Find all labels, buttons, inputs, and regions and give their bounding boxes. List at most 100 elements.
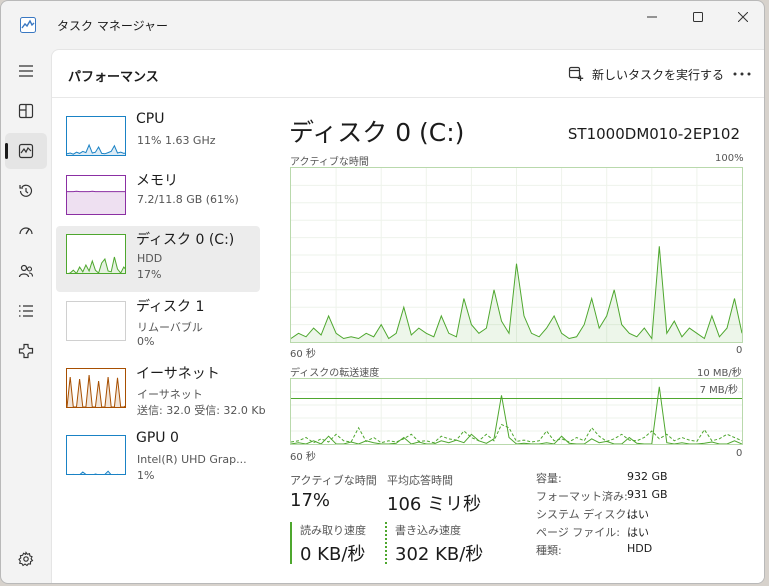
property-value: はい [627,526,649,539]
resource-name: GPU 0 [136,430,179,446]
active-time-graph [290,167,743,343]
resource-memory[interactable]: メモリ 7.2/11.8 GB (61%) [56,167,260,233]
run-new-task-button[interactable]: 新しいタスクを実行する [568,64,724,84]
property-key: システム ディスク: [536,508,631,521]
ethernet-thumbnail-graph [66,368,126,408]
active-time-x-end: 0 [736,345,743,356]
nav-users[interactable] [5,253,47,289]
write-speed-label: 書き込み速度 [395,524,461,537]
nav-app-history[interactable] [5,173,47,209]
app-history-icon [19,184,33,197]
resource-adapter: Intel(R) UHD Grap... [137,453,247,466]
active-time-x-start: 60 秒 [290,349,316,360]
resource-usage: 1% [137,469,155,482]
main-content: パフォーマンス 新しいタスクを実行する CPU 11% 1.63 GHz メモリ… [51,49,764,583]
transfer-graph-max: 10 MB/秒 [697,368,742,379]
thumb-line [72,470,119,474]
processes-icon [18,103,34,119]
transfer-x-start: 60 秒 [290,452,316,463]
more-options-button[interactable] [730,64,754,84]
nav-processes[interactable] [5,93,47,129]
transfer-rate-graph: 7 MB/秒 [290,378,743,445]
resource-throughput: 送信: 32.0 受信: 32.0 Kb [137,404,266,417]
details-icon [19,305,33,317]
read-speed-block: 読み取り速度 0 KB/秒 [290,522,366,565]
header-separator [52,97,764,98]
page-title: パフォーマンス [68,70,159,85]
disk1-thumbnail-graph [66,301,126,341]
more-dots-icon [733,72,751,76]
resource-name: CPU [136,111,165,127]
avg-response-label: 平均応答時間 [387,474,453,487]
resource-gpu-0[interactable]: GPU 0 Intel(R) UHD Grap... 1% [56,427,260,493]
property-key: フォーマット済み: [536,490,628,503]
resource-type: HDD [137,252,163,265]
resource-type: リムーバブル [137,321,203,334]
resource-cpu[interactable]: CPU 11% 1.63 GHz [56,108,260,174]
resource-detail: 7.2/11.8 GB (61%) [137,193,239,206]
close-icon [738,12,748,22]
read-speed-value: 0 KB/秒 [300,544,366,565]
nav-details[interactable] [5,293,47,329]
navigation-rail [1,49,51,583]
resource-detail: 11% 1.63 GHz [137,134,216,147]
nav-startup-apps[interactable] [5,213,47,249]
resource-name: イーサネット [136,366,220,382]
property-key: 種類: [536,544,562,557]
resource-name: ディスク 1 [136,299,205,315]
resource-usage: 17% [137,268,162,281]
users-icon [18,264,34,278]
settings-icon [18,551,34,567]
avg-response-value: 106 ミリ秒 [387,494,482,515]
task-manager-window: タスク マネージャー パフォーマンス 新しいタスクを実行する CPU 11% 1… [0,0,765,584]
maximize-icon [693,12,703,22]
write-speed-value: 302 KB/秒 [395,544,484,565]
run-task-icon [568,66,584,81]
thumb-area [67,191,125,214]
resource-name: メモリ [136,173,178,189]
nav-menu-toggle[interactable] [5,53,47,89]
write-speed-block: 書き込み速度 302 KB/秒 [385,522,484,565]
hamburger-menu-icon [19,65,33,77]
cpu-thumbnail-graph [66,116,126,156]
close-button[interactable] [720,1,764,33]
task-manager-app-icon [20,17,36,37]
run-task-label: 新しいタスクを実行する [592,67,725,82]
startup-apps-icon [19,227,33,235]
transfer-x-end: 0 [736,448,743,459]
property-value: HDD [627,542,653,555]
resource-disk-0[interactable]: ディスク 0 (C:) HDD 17% [56,226,260,292]
services-icon [18,343,34,359]
read-speed-label: 読み取り速度 [300,524,366,537]
gpu-thumbnail-graph [66,435,126,475]
disk0-thumbnail-graph [66,234,126,274]
resource-disk-1[interactable]: ディスク 1 リムーバブル 0% [56,293,260,359]
active-indicator [5,143,8,159]
transfer-graph-label: ディスクの転送速度 [290,368,380,379]
performance-icon [18,143,34,159]
window-title: タスク マネージャー [57,19,168,33]
property-value: 932 GB [627,470,668,483]
detail-title: ディスク 0 (C:) [289,118,465,147]
title-bar: タスク マネージャー [1,1,764,49]
memory-thumbnail-graph [66,175,126,215]
resource-ethernet[interactable]: イーサネット イーサネット 送信: 32.0 受信: 32.0 Kb [56,360,266,426]
active-time-stat-value: 17% [290,490,331,511]
active-time-graph-max: 100% [715,153,744,164]
thumb-area [80,471,111,474]
transfer-reference-label: 7 MB/秒 [699,381,738,396]
property-value: 931 GB [627,488,668,501]
minimize-button[interactable] [629,1,675,33]
resource-adapter: イーサネット [137,388,203,401]
property-key: ページ ファイル: [536,526,620,539]
nav-performance[interactable] [5,133,47,169]
active-time-graph-label: アクティブな時間 [290,157,369,168]
active-time-stat-label: アクティブな時間 [290,474,377,487]
disk-model: ST1000DM010-2EP102 [567,125,740,143]
maximize-button[interactable] [675,1,721,33]
minimize-icon [647,16,657,18]
nav-settings[interactable] [5,541,47,577]
property-value: はい [627,508,649,521]
nav-services[interactable] [5,333,47,369]
resource-usage: 0% [137,335,155,348]
